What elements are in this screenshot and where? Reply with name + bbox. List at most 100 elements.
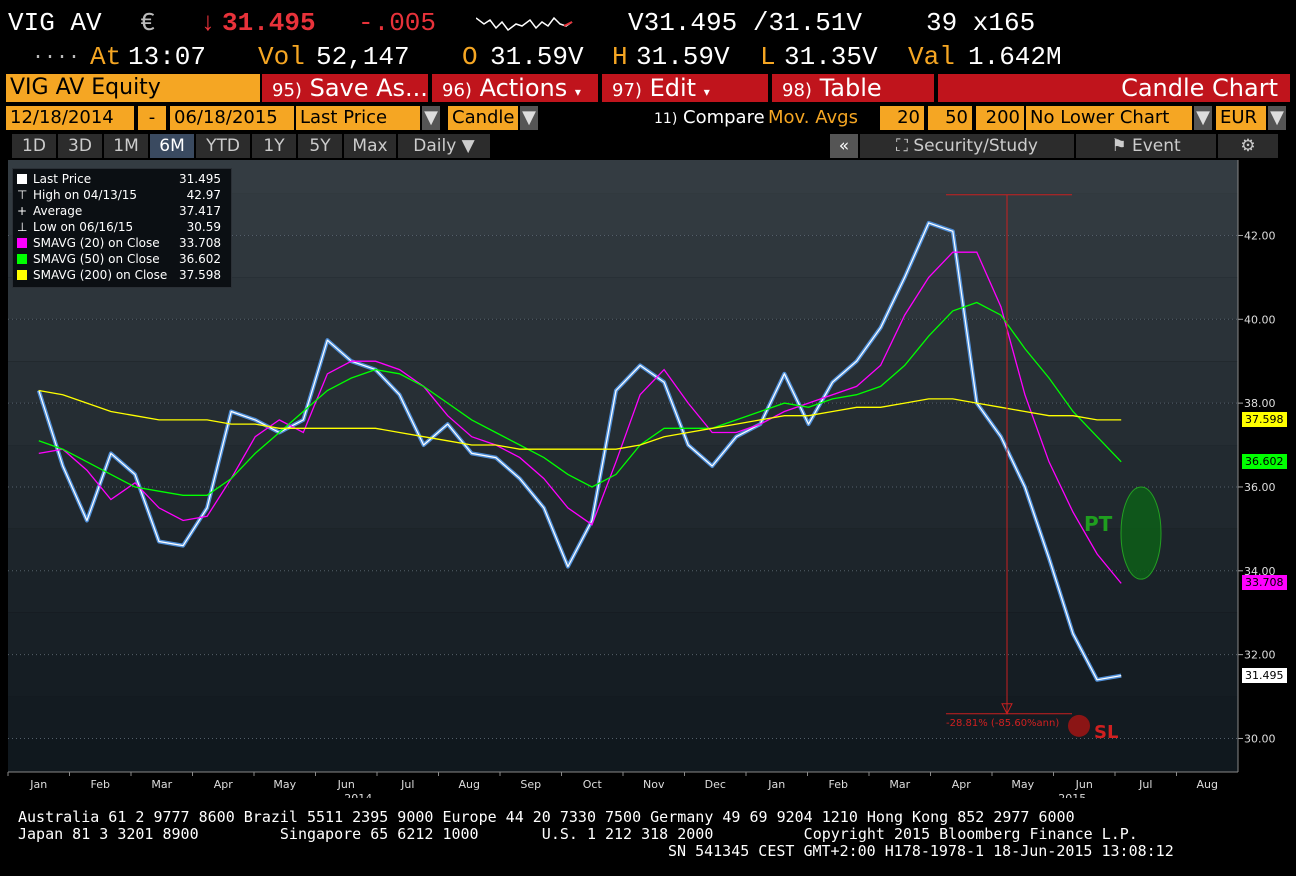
legend-swatch-icon bbox=[17, 174, 27, 184]
high-value: 31.59V bbox=[636, 42, 730, 72]
chart-style-select[interactable]: Candle bbox=[448, 106, 518, 130]
x-tick-label: Mar bbox=[151, 778, 172, 791]
frequency-select[interactable]: Daily ▼ bbox=[398, 134, 490, 158]
legend-row: ⊤ High on 04/13/15 42.97 bbox=[17, 187, 229, 203]
legend-label: SMAVG (50) on Close bbox=[33, 252, 160, 266]
ma1-input[interactable]: 20 bbox=[880, 106, 924, 130]
security-study-button[interactable]: ⛶ Security/Study bbox=[860, 134, 1074, 158]
ma2-input[interactable]: 50 bbox=[928, 106, 972, 130]
period-1y[interactable]: 1Y bbox=[252, 134, 296, 158]
security-field[interactable]: VIG AV Equity bbox=[6, 74, 260, 102]
chart-band bbox=[8, 528, 1238, 571]
legend-swatch-icon bbox=[17, 254, 27, 264]
sparkline-icon bbox=[476, 16, 573, 32]
x-tick-label: Jan bbox=[29, 778, 47, 791]
start-date-field[interactable]: 12/18/2014 bbox=[6, 106, 134, 130]
dots: .... bbox=[32, 42, 81, 65]
period-3d[interactable]: 3D bbox=[58, 134, 102, 158]
legend-swatch-icon: ⊤ bbox=[17, 188, 28, 202]
chart-band bbox=[8, 486, 1238, 529]
period-6m[interactable]: 6M bbox=[150, 134, 194, 158]
legend-row: SMAVG (50) on Close 36.602 bbox=[17, 251, 229, 267]
edit-menu[interactable]: 97) Edit ▾ bbox=[602, 74, 768, 102]
price-field-select[interactable]: Last Price bbox=[296, 106, 420, 130]
legend-label: Low on 06/16/15 bbox=[33, 220, 134, 234]
low-label: L bbox=[760, 42, 776, 72]
settings-gear-icon[interactable]: ⚙ bbox=[1218, 134, 1278, 158]
legend-row: SMAVG (200) on Close 37.598 bbox=[17, 267, 229, 283]
actions-dropdown-icon: ▾ bbox=[574, 85, 581, 99]
lower-chart-dropdown-icon[interactable]: ▼ bbox=[1194, 106, 1212, 130]
bid-ask: V31.495 /31.51V bbox=[628, 8, 863, 38]
legend-swatch-icon: ⊥ bbox=[17, 220, 28, 234]
legend-label: SMAVG (20) on Close bbox=[33, 236, 160, 250]
compare-button[interactable]: 11) Compare bbox=[654, 106, 766, 130]
collapse-button[interactable]: « bbox=[830, 134, 858, 158]
y-tick-label: 30.00 bbox=[1244, 732, 1276, 745]
legend-row: Last Price 31.495 bbox=[17, 171, 229, 187]
legend-swatch-icon bbox=[17, 238, 27, 248]
last-price: 31.495 bbox=[222, 8, 316, 38]
low-value: 31.35V bbox=[784, 42, 878, 72]
stop-loss-marker bbox=[1068, 714, 1090, 737]
legend-label: High on 04/13/15 bbox=[33, 188, 138, 202]
open-label: O bbox=[462, 42, 478, 72]
chart-name: Candle Chart bbox=[938, 74, 1290, 102]
price-change: -.005 bbox=[358, 8, 437, 38]
lower-chart-select[interactable]: No Lower Chart bbox=[1026, 106, 1192, 130]
y-tick-label: 32.00 bbox=[1244, 649, 1276, 662]
chart-band bbox=[8, 738, 1238, 772]
year-label: 2014 bbox=[344, 792, 372, 798]
legend-value: 37.417 bbox=[179, 204, 221, 218]
ma20-last-tag: 33.708 bbox=[1242, 575, 1287, 591]
open-value: 31.59V bbox=[490, 42, 584, 72]
chart-band bbox=[8, 654, 1238, 697]
period-ytd[interactable]: YTD bbox=[196, 134, 250, 158]
x-tick-label: Aug bbox=[459, 778, 480, 791]
price-down-arrow-icon: ↓ bbox=[200, 8, 216, 38]
ticker-label: VIG AV bbox=[8, 8, 102, 38]
period-1d[interactable]: 1D bbox=[12, 134, 56, 158]
chart-band bbox=[8, 403, 1238, 446]
legend-label: SMAVG (200) on Close bbox=[33, 268, 168, 282]
x-tick-label: Oct bbox=[583, 778, 603, 791]
save-as-button[interactable]: 95) Save As... bbox=[262, 74, 428, 102]
quote-time: 13:07 bbox=[128, 42, 207, 72]
legend-value: 36.602 bbox=[179, 252, 221, 266]
event-label: Event bbox=[1131, 136, 1181, 156]
currency-select[interactable]: EUR bbox=[1216, 106, 1266, 130]
x-tick-label: Jun bbox=[1075, 778, 1093, 791]
actions-label: Actions bbox=[479, 74, 568, 102]
x-tick-label: Feb bbox=[829, 778, 848, 791]
y-tick-label: 38.00 bbox=[1244, 397, 1276, 410]
y-tick-label: 40.00 bbox=[1244, 313, 1276, 326]
table-label: Table bbox=[819, 74, 882, 102]
period-1m[interactable]: 1M bbox=[104, 134, 148, 158]
chart-legend: Last Price 31.495 ⊤ High on 04/13/15 42.97 + A… bbox=[12, 168, 232, 288]
actions-menu[interactable]: 96) Actions ▾ bbox=[432, 74, 598, 102]
event-button[interactable]: ⚑ Event bbox=[1076, 134, 1216, 158]
legend-value: 42.97 bbox=[186, 188, 221, 202]
val-label: Val bbox=[908, 42, 955, 72]
legend-row: + Average 37.417 bbox=[17, 203, 229, 219]
table-button[interactable]: 98) Table bbox=[772, 74, 934, 102]
year-label: 2015 bbox=[1058, 792, 1086, 798]
legend-swatch-icon bbox=[17, 270, 27, 280]
ma3-input[interactable]: 200 bbox=[976, 106, 1024, 130]
study-icon: ⛶ bbox=[896, 136, 908, 156]
x-tick-label: Feb bbox=[91, 778, 110, 791]
currency-dropdown-icon[interactable]: ▼ bbox=[1268, 106, 1286, 130]
footer-contacts-line1: Australia 61 2 9777 8600 Brazil 5511 239… bbox=[18, 808, 1075, 826]
traded-value: 1.642M bbox=[968, 42, 1062, 72]
legend-value: 31.495 bbox=[179, 172, 221, 186]
period-5y[interactable]: 5Y bbox=[298, 134, 342, 158]
x-tick-label: Jul bbox=[1138, 778, 1152, 791]
price-field-dropdown-icon[interactable]: ▼ bbox=[422, 106, 440, 130]
period-max[interactable]: Max bbox=[344, 134, 396, 158]
end-date-field[interactable]: 06/18/2015 bbox=[170, 106, 294, 130]
x-tick-label: Dec bbox=[705, 778, 726, 791]
currency-symbol: € bbox=[140, 8, 156, 38]
mov-avgs-label: Mov. Avgs bbox=[768, 107, 858, 128]
chart-style-dropdown-icon[interactable]: ▼ bbox=[520, 106, 538, 130]
compare-label: Compare bbox=[683, 107, 765, 128]
